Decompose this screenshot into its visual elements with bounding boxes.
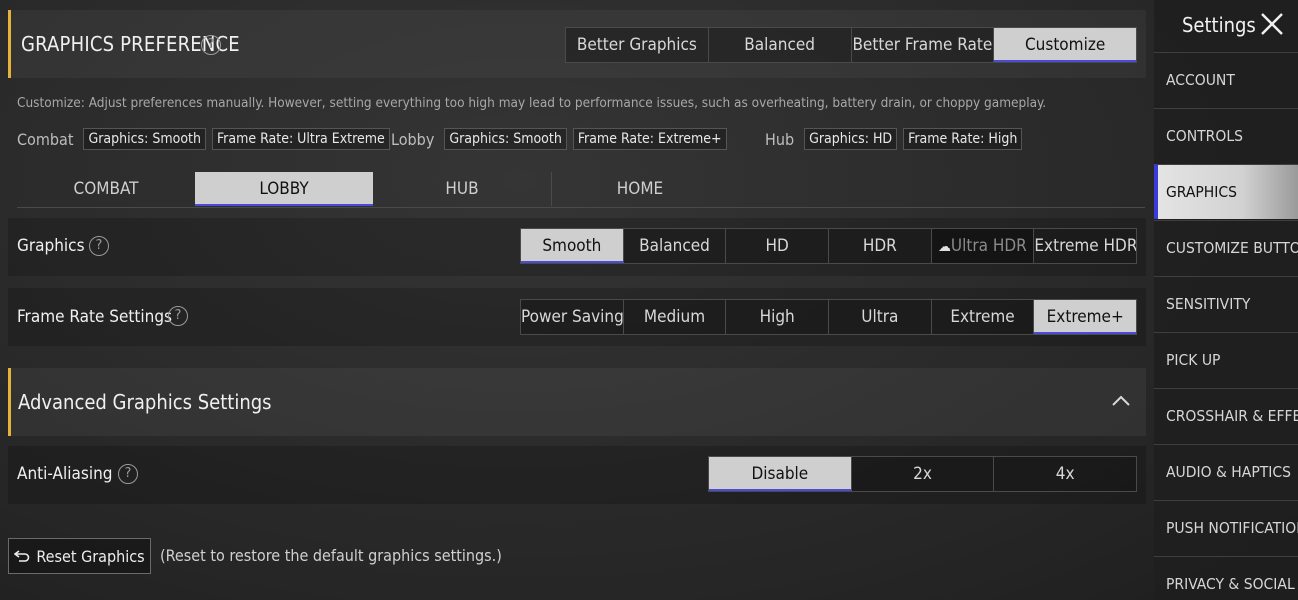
- graphics-option-extreme-hdr[interactable]: Extreme HDR: [1034, 229, 1137, 263]
- advanced-graphics-title: Advanced Graphics Settings: [18, 390, 272, 414]
- reset-graphics-button[interactable]: Reset Graphics: [8, 538, 151, 574]
- graphics-option-hd[interactable]: HD: [726, 229, 830, 263]
- preference-description: Customize: Adjust preferences manually. …: [17, 95, 1047, 111]
- frame-rate-option-medium[interactable]: Medium: [623, 300, 727, 334]
- combat-summary: Combat Graphics: Smooth Frame Rate: Ultr…: [17, 126, 390, 152]
- graphics-settings-panel: GRAPHICS PREFERENCE ? Better Graphics Ba…: [0, 0, 1150, 600]
- help-icon[interactable]: ?: [89, 236, 109, 256]
- hub-frame-rate-chip: Frame Rate: High: [903, 128, 1023, 150]
- tab-combat[interactable]: COMBAT: [17, 172, 195, 206]
- lobby-frame-rate-chip: Frame Rate: Extreme+: [572, 128, 727, 150]
- graphics-option-hdr[interactable]: HDR: [829, 229, 932, 263]
- tab-hub[interactable]: HUB: [373, 172, 551, 206]
- lobby-graphics-chip: Graphics: Smooth: [444, 128, 567, 150]
- anti-aliasing-option-4x[interactable]: 4x: [994, 457, 1137, 491]
- combat-frame-rate-chip: Frame Rate: Ultra Extreme: [211, 128, 390, 150]
- sidebar-item-sensitivity[interactable]: SENSITIVITY: [1154, 276, 1298, 331]
- advanced-graphics-header[interactable]: Advanced Graphics Settings: [8, 368, 1146, 436]
- hub-graphics-chip: Graphics: HD: [804, 128, 898, 150]
- anti-aliasing-option-disable[interactable]: Disable: [709, 457, 852, 491]
- frame-rate-option-high[interactable]: High: [726, 300, 830, 334]
- preference-option-better-graphics[interactable]: Better Graphics: [566, 28, 709, 62]
- preference-option-balanced[interactable]: Balanced: [708, 28, 852, 62]
- scene-tabs: COMBAT LOBBY HUB HOME: [17, 172, 1145, 208]
- frame-rate-option-power-saving[interactable]: Power Saving: [521, 300, 624, 334]
- combat-summary-label: Combat: [17, 129, 74, 149]
- frame-rate-option-ultra[interactable]: Ultra: [829, 300, 932, 334]
- frame-rate-selector: Power Saving Medium High Ultra Extreme E…: [520, 299, 1137, 335]
- preference-option-customize[interactable]: Customize: [994, 28, 1136, 62]
- chevron-up-icon[interactable]: [1110, 390, 1132, 412]
- help-icon[interactable]: ?: [118, 464, 138, 484]
- graphics-quality-selector: Smooth Balanced HD HDR ☁Ultra HDR Extrem…: [520, 228, 1137, 264]
- frame-rate-option-extreme[interactable]: Extreme: [931, 300, 1035, 334]
- frame-rate-option-extreme-plus[interactable]: Extreme+: [1034, 300, 1137, 334]
- graphics-label: Graphics: [17, 236, 85, 256]
- sidebar-item-crosshair-effect[interactable]: CROSSHAIR & EFFECT: [1154, 388, 1298, 443]
- sidebar-item-account[interactable]: ACCOUNT: [1154, 52, 1298, 107]
- anti-aliasing-label: Anti-Aliasing: [17, 464, 113, 484]
- cloud-download-icon: ☁: [938, 239, 951, 255]
- sidebar-item-customize-buttons[interactable]: CUSTOMIZE BUTTONS: [1154, 220, 1298, 275]
- lobby-summary-label: Lobby: [391, 129, 435, 149]
- help-icon[interactable]: ?: [201, 35, 221, 55]
- lobby-summary: Lobby Graphics: Smooth Frame Rate: Extre…: [391, 126, 727, 152]
- sidebar-item-push-notifications[interactable]: PUSH NOTIFICATIONS: [1154, 500, 1298, 555]
- sidebar-item-controls[interactable]: CONTROLS: [1154, 108, 1298, 163]
- settings-title: Settings: [1182, 13, 1256, 37]
- tab-home[interactable]: HOME: [551, 172, 729, 206]
- anti-aliasing-selector: Disable 2x 4x: [708, 456, 1137, 492]
- sidebar-item-graphics[interactable]: GRAPHICS: [1154, 164, 1298, 219]
- combat-graphics-chip: Graphics: Smooth: [83, 128, 206, 150]
- anti-aliasing-option-2x[interactable]: 2x: [851, 457, 995, 491]
- graphics-option-balanced[interactable]: Balanced: [623, 229, 727, 263]
- reset-graphics-label: Reset Graphics: [36, 546, 145, 566]
- preference-option-better-frame-rate[interactable]: Better Frame Rate: [851, 28, 995, 62]
- sidebar-item-privacy-social[interactable]: PRIVACY & SOCIAL: [1154, 556, 1298, 600]
- sidebar-item-pick-up[interactable]: PICK UP: [1154, 332, 1298, 387]
- frame-rate-label: Frame Rate Settings: [17, 307, 173, 327]
- graphics-option-ultra-hdr-label: Ultra HDR: [950, 236, 1027, 256]
- sidebar-item-audio-haptics[interactable]: AUDIO & HAPTICS: [1154, 444, 1298, 499]
- reset-note: (Reset to restore the default graphics s…: [160, 546, 502, 565]
- graphics-option-smooth[interactable]: Smooth: [521, 229, 624, 263]
- close-icon[interactable]: [1258, 10, 1286, 38]
- reset-icon: [14, 550, 30, 562]
- graphics-preference-selector: Better Graphics Balanced Better Frame Ra…: [565, 27, 1137, 63]
- hub-summary-label: Hub: [765, 129, 795, 149]
- tab-lobby[interactable]: LOBBY: [195, 172, 373, 206]
- graphics-option-ultra-hdr[interactable]: ☁Ultra HDR: [931, 229, 1035, 263]
- hub-summary: Hub Graphics: HD Frame Rate: High: [765, 126, 1023, 152]
- help-icon[interactable]: ?: [168, 306, 188, 326]
